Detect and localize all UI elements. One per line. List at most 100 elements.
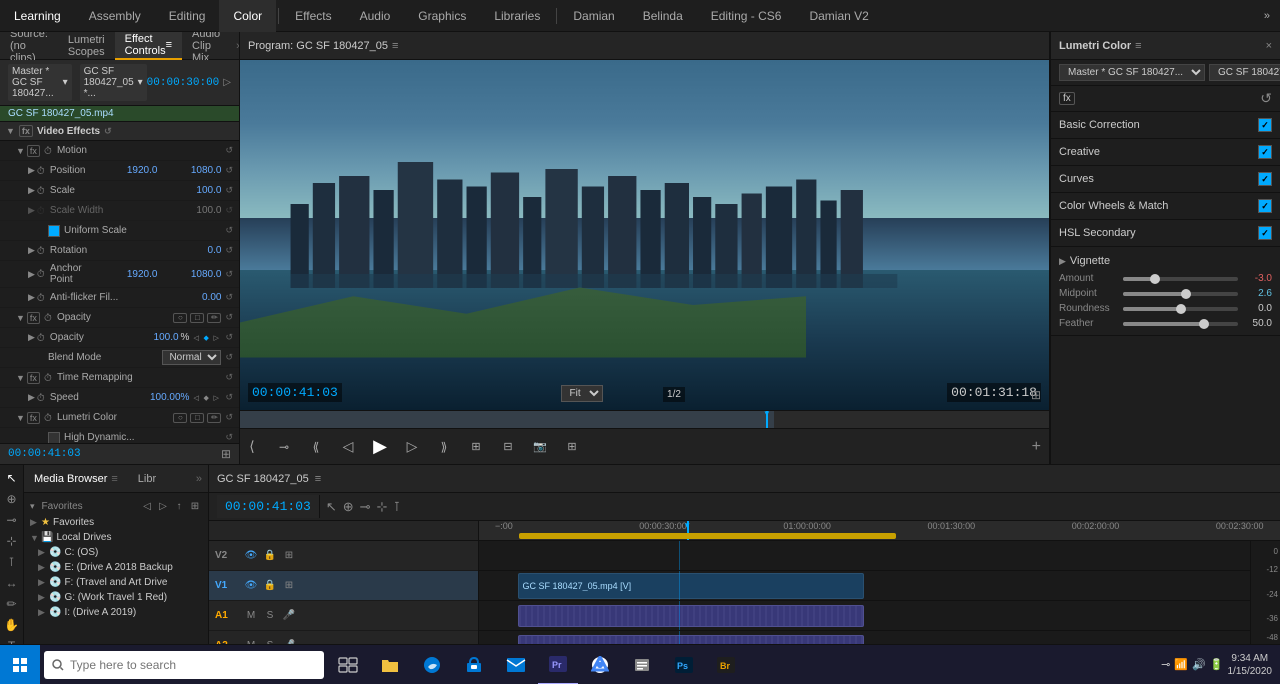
- antiflicker-stopwatch[interactable]: ⏱: [37, 293, 47, 303]
- vignette-midpoint-thumb[interactable]: [1181, 289, 1191, 299]
- taskbar-task-view[interactable]: [328, 645, 368, 684]
- tab-lumetri-scopes[interactable]: Lumetri Scopes: [58, 32, 115, 60]
- tab-media-browser[interactable]: Media Browser ≡: [24, 465, 128, 493]
- vignette-midpoint-value[interactable]: 2.6: [1242, 288, 1272, 299]
- vignette-feather-thumb[interactable]: [1199, 319, 1209, 329]
- tl-tool-select[interactable]: ↖: [326, 499, 337, 515]
- tl-tool-marker[interactable]: ⊺: [393, 499, 400, 515]
- position-expand[interactable]: ▶: [28, 165, 35, 176]
- tool-ripple[interactable]: ⊸: [3, 511, 21, 528]
- time-remap-expand[interactable]: ▼: [16, 373, 25, 383]
- tool-slide[interactable]: ↔: [3, 574, 21, 591]
- scale-stopwatch[interactable]: ⏱: [37, 186, 47, 196]
- tl-tool-linked[interactable]: ⊹: [377, 499, 388, 515]
- speed-expand[interactable]: ▶: [28, 392, 35, 403]
- work-area-bar[interactable]: [519, 533, 895, 539]
- lumetri-curves-checkbox[interactable]: [1258, 172, 1272, 186]
- video-effects-header[interactable]: ▼ fx Video Effects ↺: [0, 122, 239, 141]
- nav-damian-v2[interactable]: Damian V2: [795, 0, 882, 32]
- taskbar-bridge[interactable]: Br: [706, 645, 746, 684]
- drive-g[interactable]: ▶ 💿 G: (Work Travel 1 Red): [24, 590, 208, 605]
- high-dynamic-checkbox[interactable]: [48, 432, 60, 444]
- taskbar-search-area[interactable]: [44, 651, 324, 679]
- lumetri-fx-reset[interactable]: ↺: [1260, 90, 1272, 107]
- tab-audio-clip-mix[interactable]: Audio Clip Mix: [182, 32, 230, 60]
- taskbar-store[interactable]: [454, 645, 494, 684]
- tray-wifi-icon[interactable]: 📶: [1174, 658, 1188, 671]
- favorites-arrow[interactable]: ▾: [30, 501, 35, 512]
- opacity-kf-prev[interactable]: ◁: [193, 334, 201, 342]
- antiflicker-value[interactable]: 0.00: [161, 292, 221, 303]
- v2-lock-icon[interactable]: 🔒: [262, 548, 278, 564]
- anchor-expand[interactable]: ▶: [28, 269, 35, 280]
- tab-libr[interactable]: Libr: [128, 465, 166, 493]
- ec-clip-selector[interactable]: GC SF 180427_05 *... ▾: [80, 64, 147, 101]
- anchor-reset[interactable]: ↺: [225, 269, 233, 280]
- rotation-expand[interactable]: ▶: [28, 245, 35, 256]
- play-back-button[interactable]: ◁: [336, 435, 360, 459]
- scale-reset[interactable]: ↺: [225, 185, 233, 196]
- tool-pen[interactable]: ✏: [3, 596, 21, 613]
- tray-volume-icon[interactable]: 🔊: [1192, 658, 1206, 671]
- vignette-roundness-slider[interactable]: [1123, 307, 1238, 311]
- time-remap-stopwatch[interactable]: ⏱: [44, 373, 54, 383]
- opacity-val-value[interactable]: 100.0: [119, 332, 179, 343]
- media-tabs-more[interactable]: »: [190, 473, 208, 485]
- vignette-amount-thumb[interactable]: [1150, 274, 1160, 284]
- effect-controls-close[interactable]: ≡: [166, 39, 172, 51]
- lumetri-color-wheels-checkbox[interactable]: [1258, 199, 1272, 213]
- position-x-value[interactable]: 1920.0: [97, 165, 157, 176]
- motion-header-row[interactable]: ▼ fx ⏱ Motion ↺: [0, 141, 239, 161]
- opacity-circle-icon[interactable]: ○: [173, 313, 187, 323]
- export-frame-button[interactable]: 📷: [528, 435, 552, 459]
- a1-solo-icon[interactable]: S: [262, 608, 278, 624]
- scale-expand[interactable]: ▶: [28, 185, 35, 196]
- nav-learning[interactable]: Learning: [0, 0, 75, 32]
- go-to-out-button[interactable]: ⟫: [432, 435, 456, 459]
- taskbar-search-input[interactable]: [70, 658, 316, 672]
- nav-assembly[interactable]: Assembly: [75, 0, 155, 32]
- panel-tabs-more[interactable]: »: [230, 40, 240, 52]
- mark-in-button[interactable]: ⟨: [240, 435, 264, 459]
- taskbar-file-explorer[interactable]: [370, 645, 410, 684]
- taskbar-start-button[interactable]: [0, 645, 40, 684]
- opacity-header-row[interactable]: ▼ fx ⏱ Opacity ○ □ ✏ ↺: [0, 308, 239, 328]
- tab-effect-controls[interactable]: Effect Controls ≡: [115, 32, 182, 60]
- time-remap-reset[interactable]: ↺: [225, 372, 233, 383]
- taskbar-file-manager[interactable]: [622, 645, 662, 684]
- drive-c[interactable]: ▶ 💿 C: (OS): [24, 545, 208, 560]
- nav-belinda[interactable]: Belinda: [629, 0, 697, 32]
- lumetri-hsl-checkbox[interactable]: [1258, 226, 1272, 240]
- opacity-stopwatch[interactable]: ⏱: [44, 313, 54, 323]
- motion-expand[interactable]: ▼: [16, 146, 25, 156]
- nav-more-button[interactable]: »: [1254, 10, 1280, 22]
- blend-mode-select[interactable]: Normal: [162, 350, 221, 365]
- antiflicker-reset[interactable]: ↺: [225, 292, 233, 303]
- lumetri-hsl-secondary[interactable]: HSL Secondary: [1051, 220, 1280, 247]
- anchor-stopwatch[interactable]: ⏱: [37, 269, 47, 279]
- favorites-item[interactable]: ▶ ★ Favorites: [24, 515, 208, 530]
- track-a1-clip[interactable]: [518, 605, 865, 627]
- lumetri-settings-icon[interactable]: ≡: [1135, 40, 1141, 52]
- opacity-kf-next[interactable]: ▷: [213, 334, 221, 342]
- speed-kf-prev[interactable]: ◁: [193, 394, 201, 402]
- time-remapping-header[interactable]: ▼ fx ⏱ Time Remapping ↺: [0, 368, 239, 388]
- overwrite-button[interactable]: ⊟: [496, 435, 520, 459]
- media-nav-forward[interactable]: ▷: [156, 499, 170, 513]
- tool-hand[interactable]: ✋: [3, 617, 21, 634]
- v2-eye-icon[interactable]: 👁: [243, 548, 259, 564]
- drive-f[interactable]: ▶ 💿 F: (Travel and Art Drive: [24, 575, 208, 590]
- lumetri-creative-checkbox[interactable]: [1258, 145, 1272, 159]
- lumetri-vignette-header[interactable]: ▶ Vignette: [1051, 251, 1280, 271]
- program-timebar[interactable]: [240, 410, 1049, 428]
- add-controls-button[interactable]: +: [1024, 438, 1049, 456]
- lumetri-close-icon[interactable]: ×: [1266, 40, 1272, 52]
- vignette-roundness-value[interactable]: 0.0: [1242, 303, 1272, 314]
- motion-reset[interactable]: ↺: [225, 145, 233, 156]
- vignette-midpoint-slider[interactable]: [1123, 292, 1238, 296]
- timeline-timecode-label[interactable]: 00:00:41:03: [225, 499, 311, 514]
- uniform-scale-reset[interactable]: ↺: [225, 225, 233, 236]
- tray-network-icon[interactable]: ⊸: [1161, 658, 1170, 671]
- lumetri-color-wheels[interactable]: Color Wheels & Match: [1051, 193, 1280, 220]
- tl-tool-forward[interactable]: ⊕: [343, 499, 354, 515]
